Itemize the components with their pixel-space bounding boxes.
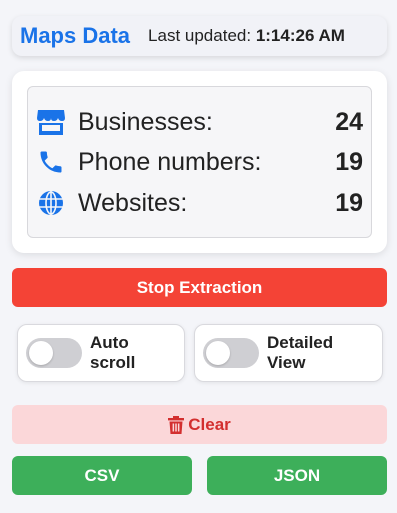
export-json-button[interactable]: JSON	[207, 456, 387, 495]
last-updated-label: Last updated:	[148, 26, 252, 45]
app-title: Maps Data	[20, 23, 131, 48]
clear-button[interactable]: Clear	[12, 405, 387, 444]
store-icon	[36, 107, 66, 137]
stat-label: Businesses:	[78, 107, 213, 136]
stop-extraction-button[interactable]: Stop Extraction	[12, 268, 387, 307]
globe-icon	[36, 188, 66, 218]
phone-icon	[36, 147, 66, 177]
toggle-label-line: Detailed	[267, 333, 334, 352]
detailed-view-switch[interactable]	[203, 338, 259, 368]
stat-row-websites: Websites: 19	[36, 186, 363, 220]
stat-row-businesses: Businesses: 24	[36, 105, 363, 139]
detailed-view-toggle-card: Detailed View	[194, 324, 383, 382]
stat-row-phones: Phone numbers: 19	[36, 145, 363, 179]
export-csv-button[interactable]: CSV	[12, 456, 192, 495]
stat-value: 19	[335, 147, 363, 176]
stats-panel: Businesses: 24 Phone numbers: 19 Website…	[27, 86, 372, 238]
detailed-view-label: Detailed View	[267, 333, 367, 373]
stat-value: 19	[335, 188, 363, 217]
last-updated: Last updated: 1:14:26 AM	[148, 26, 345, 46]
clear-label: Clear	[188, 414, 231, 434]
trash-icon	[168, 415, 185, 434]
header-bar: Maps Data Last updated: 1:14:26 AM	[12, 16, 387, 56]
stat-label: Phone numbers:	[78, 147, 262, 176]
auto-scroll-switch[interactable]	[26, 338, 82, 368]
auto-scroll-toggle-card: Auto scroll	[17, 324, 185, 382]
auto-scroll-label: Auto scroll	[90, 333, 184, 373]
stats-card: Businesses: 24 Phone numbers: 19 Website…	[12, 71, 387, 253]
toggle-label-line: Auto	[90, 333, 129, 352]
stat-label: Websites:	[78, 188, 188, 217]
switch-knob	[206, 341, 230, 365]
stat-value: 24	[335, 107, 363, 136]
last-updated-time: 1:14:26 AM	[255, 26, 345, 45]
toggle-label-line: scroll	[90, 353, 136, 372]
toggle-label-line: View	[267, 353, 306, 372]
switch-knob	[29, 341, 53, 365]
